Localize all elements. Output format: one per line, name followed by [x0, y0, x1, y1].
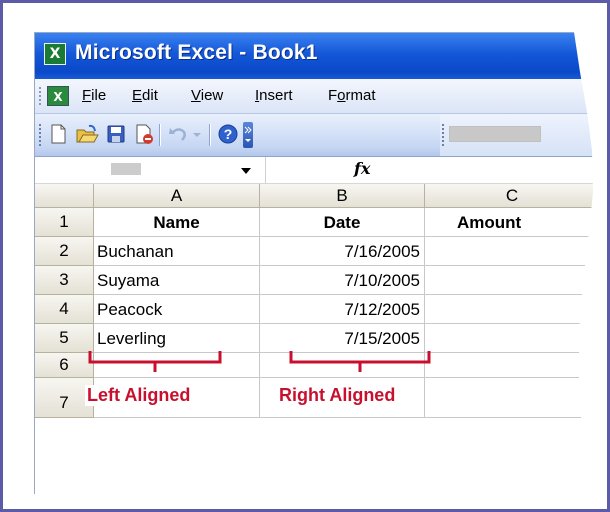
chevron-down-icon[interactable] [241, 168, 251, 174]
help-icon[interactable]: ? [217, 123, 239, 145]
cell-a4[interactable]: Peacock [94, 295, 260, 324]
cell-c6[interactable] [425, 353, 593, 378]
cell-a3[interactable]: Suyama [94, 266, 260, 295]
row-header[interactable]: 5 [35, 324, 94, 353]
row-header[interactable]: 1 [35, 208, 94, 237]
cell-a1[interactable]: Name [94, 208, 260, 237]
menu-insert[interactable]: Insert [255, 87, 293, 104]
excel-window: X Microsoft Excel - Book1 X File Edit Vi… [34, 32, 593, 494]
toolbar-options-icon[interactable] [243, 122, 253, 148]
workbook-icon[interactable]: X [47, 86, 69, 106]
cell-b5[interactable]: 7/15/2005 [260, 324, 425, 353]
toolbar-separator [159, 124, 161, 146]
toolbar-separator [209, 124, 211, 146]
font-combo[interactable] [449, 126, 541, 142]
undo-icon[interactable] [167, 123, 189, 145]
undo-dropdown-icon[interactable] [191, 123, 203, 145]
cell-a2[interactable]: Buchanan [94, 237, 260, 266]
column-header-c[interactable]: C [425, 184, 593, 208]
formula-bar: fx [35, 157, 593, 184]
cell-c5[interactable] [425, 324, 593, 353]
svg-text:?: ? [224, 126, 233, 142]
fx-icon[interactable]: fx [354, 159, 370, 178]
toolbar-grip[interactable] [442, 124, 447, 146]
toolbar-grip[interactable] [39, 124, 44, 146]
menu-format[interactable]: Format [328, 87, 376, 104]
outer-frame: X Microsoft Excel - Book1 X File Edit Vi… [0, 0, 610, 512]
window-title: Microsoft Excel - Book1 [75, 41, 318, 64]
menu-view[interactable]: View [191, 87, 223, 104]
permission-icon[interactable] [133, 123, 155, 145]
excel-app-icon[interactable]: X [44, 43, 66, 65]
cell-c2[interactable] [425, 237, 593, 266]
select-all-corner[interactable] [35, 184, 94, 208]
right-bracket [289, 351, 431, 372]
row-header[interactable]: 6 [35, 353, 94, 378]
save-icon[interactable] [105, 123, 127, 145]
row-header[interactable]: 2 [35, 237, 94, 266]
menubar-grip[interactable] [39, 87, 44, 105]
cell-c1[interactable]: Amount [425, 208, 593, 237]
left-bracket [88, 351, 222, 372]
new-icon[interactable] [47, 123, 69, 145]
cell-c7[interactable] [425, 378, 593, 418]
standard-toolbar: ? [35, 114, 593, 157]
right-aligned-label: Right Aligned [277, 385, 398, 406]
row-header[interactable]: 3 [35, 266, 94, 295]
column-header-b[interactable]: B [260, 184, 425, 208]
name-box-value [111, 163, 141, 175]
open-icon[interactable] [75, 123, 99, 145]
cell-c3[interactable] [425, 266, 593, 295]
menu-bar: X File Edit View Insert Format [35, 79, 593, 114]
cell-b2[interactable]: 7/16/2005 [260, 237, 425, 266]
cell-b1[interactable]: Date [260, 208, 425, 237]
cell-b3[interactable]: 7/10/2005 [260, 266, 425, 295]
menu-file[interactable]: File [82, 87, 106, 104]
name-box[interactable] [35, 157, 266, 183]
row-header[interactable]: 4 [35, 295, 94, 324]
column-header-a[interactable]: A [94, 184, 260, 208]
menu-edit[interactable]: Edit [132, 87, 158, 104]
cell-c4[interactable] [425, 295, 593, 324]
title-bar: X Microsoft Excel - Book1 [35, 33, 593, 79]
left-aligned-label: Left Aligned [85, 385, 193, 406]
cell-a5[interactable]: Leverling [94, 324, 260, 353]
cell-b4[interactable]: 7/12/2005 [260, 295, 425, 324]
